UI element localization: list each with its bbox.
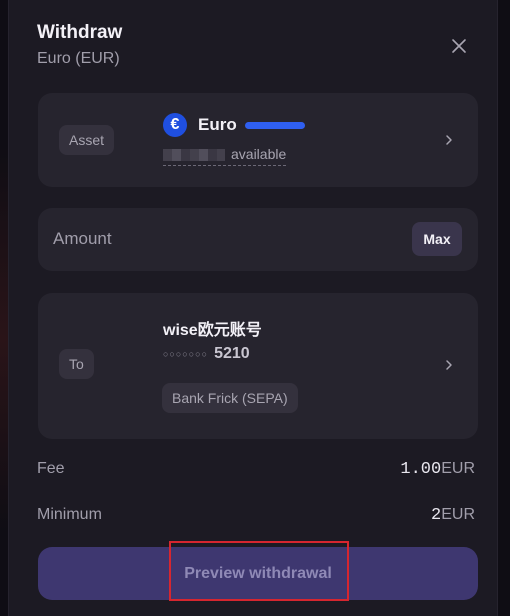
bank-badge: Bank Frick (SEPA) [162,383,298,413]
withdraw-panel: Withdraw Euro (EUR) Asset € Euro availab… [8,0,498,616]
minimum-label: Minimum [37,506,102,523]
euro-icon: € [163,113,187,137]
destination-selector[interactable]: To wise欧元账号 ○○○○○○○ 5210 Bank Frick (SEPA… [38,293,478,439]
account-name: wise欧元账号 [163,322,262,339]
max-button[interactable]: Max [412,222,462,256]
preview-withdrawal-button[interactable]: Preview withdrawal [38,547,478,600]
account-number: ○○○○○○○ 5210 [163,345,250,363]
available-balance: available [163,146,287,166]
chevron-right-icon [442,133,456,147]
minimum-amount: 2 [431,506,442,525]
minimum-value: 2EUR [431,506,475,525]
asset-name: Euro [198,115,237,134]
fee-unit: EUR [441,460,475,477]
panel-header: Withdraw Euro (EUR) [37,22,122,68]
fee-label: Fee [37,460,65,477]
asset-pill: Asset [59,125,115,155]
fee-amount: 1.00 [400,460,442,479]
redacted-balance [163,149,225,162]
close-icon[interactable] [447,34,471,58]
to-pill: To [59,349,94,379]
minimum-unit: EUR [441,506,475,523]
panel-title: Withdraw [37,22,123,43]
last-digits: 5210 [214,345,250,362]
fee-value: 1.00EUR [400,460,475,479]
asset-selector[interactable]: Asset € Euro available [38,93,478,187]
panel-subtitle: Euro (EUR) [37,50,120,67]
chevron-right-icon [442,358,456,372]
asset-balance-bar [245,122,305,129]
available-label: available [231,146,287,162]
amount-field[interactable]: Amount Max [38,208,478,271]
masked-digits: ○○○○○○○ [163,348,209,359]
amount-input[interactable]: Amount [53,229,112,249]
